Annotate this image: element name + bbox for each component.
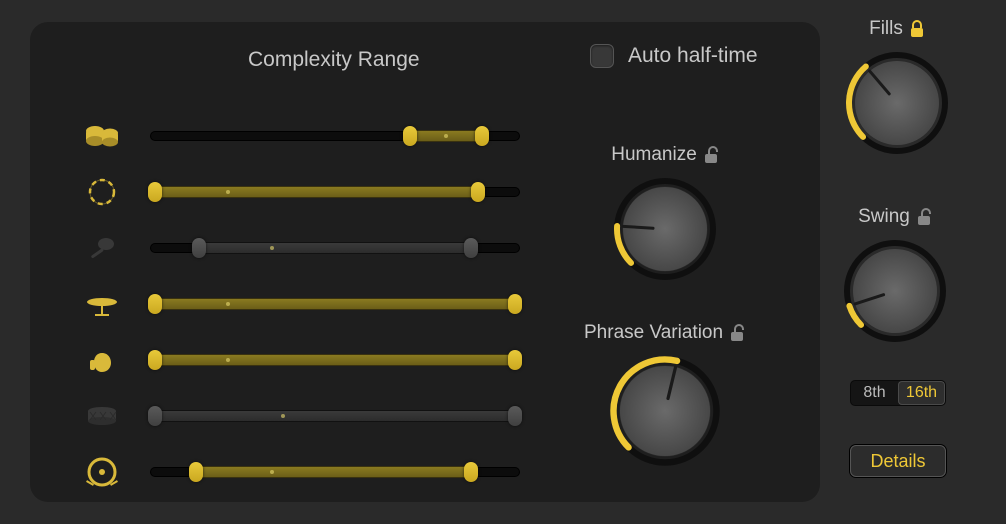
shaker-complexity-slider[interactable] — [150, 237, 520, 259]
complexity-row-bongos — [84, 108, 544, 164]
swing-option-8th[interactable]: 8th — [851, 381, 898, 405]
complexity-row-tambourine — [84, 164, 544, 220]
details-button[interactable]: Details — [850, 445, 946, 477]
phrase-variation-label: Phrase Variation — [584, 322, 723, 344]
shaker-icon[interactable] — [84, 230, 120, 266]
swing-knob[interactable] — [840, 236, 950, 346]
swing-option-16th[interactable]: 16th — [898, 381, 945, 405]
bongos-icon[interactable] — [84, 118, 120, 154]
tambourine-icon[interactable] — [84, 174, 120, 210]
complexity-row-kick — [84, 444, 544, 500]
complexity-row-clap — [84, 332, 544, 388]
complexity-row-cymbal — [84, 276, 544, 332]
humanize-group: Humanize — [610, 144, 720, 284]
humanize-label: Humanize — [611, 144, 697, 166]
snare-complexity-slider[interactable] — [150, 405, 520, 427]
clap-icon[interactable] — [84, 342, 120, 378]
lock-icon[interactable] — [909, 20, 925, 38]
complexity-range-title: Complexity Range — [248, 48, 420, 72]
auto-half-time-label: Auto half-time — [628, 44, 758, 68]
unlock-icon[interactable] — [916, 208, 932, 226]
right-column: Fills Swing 8th16th Details — [842, 10, 992, 510]
swing-group: Swing — [840, 206, 950, 346]
unlock-icon[interactable] — [703, 146, 719, 164]
complexity-row-snare — [84, 388, 544, 444]
cymbal-icon[interactable] — [84, 286, 120, 322]
phrase-variation-knob[interactable] — [606, 352, 724, 470]
auto-half-time-control[interactable]: Auto half-time — [590, 44, 758, 68]
fills-label: Fills — [869, 18, 903, 40]
bongos-complexity-slider[interactable] — [150, 125, 520, 147]
phrase-variation-group: Phrase Variation — [584, 322, 745, 470]
fills-group: Fills — [842, 18, 952, 158]
cymbal-complexity-slider[interactable] — [150, 293, 520, 315]
clap-complexity-slider[interactable] — [150, 349, 520, 371]
unlock-icon[interactable] — [729, 324, 745, 342]
snare-icon[interactable] — [84, 398, 120, 434]
swing-mode-toggle[interactable]: 8th16th — [850, 380, 946, 406]
humanize-knob[interactable] — [610, 174, 720, 284]
kick-complexity-slider[interactable] — [150, 461, 520, 483]
kick-icon[interactable] — [84, 454, 120, 490]
fills-knob[interactable] — [842, 48, 952, 158]
auto-half-time-checkbox[interactable] — [590, 44, 614, 68]
tambourine-complexity-slider[interactable] — [150, 181, 520, 203]
complexity-row-shaker — [84, 220, 544, 276]
complexity-rows — [84, 108, 544, 500]
drummer-main-panel: Complexity Range Auto half-time Humanize… — [30, 22, 820, 502]
swing-label: Swing — [858, 206, 910, 228]
